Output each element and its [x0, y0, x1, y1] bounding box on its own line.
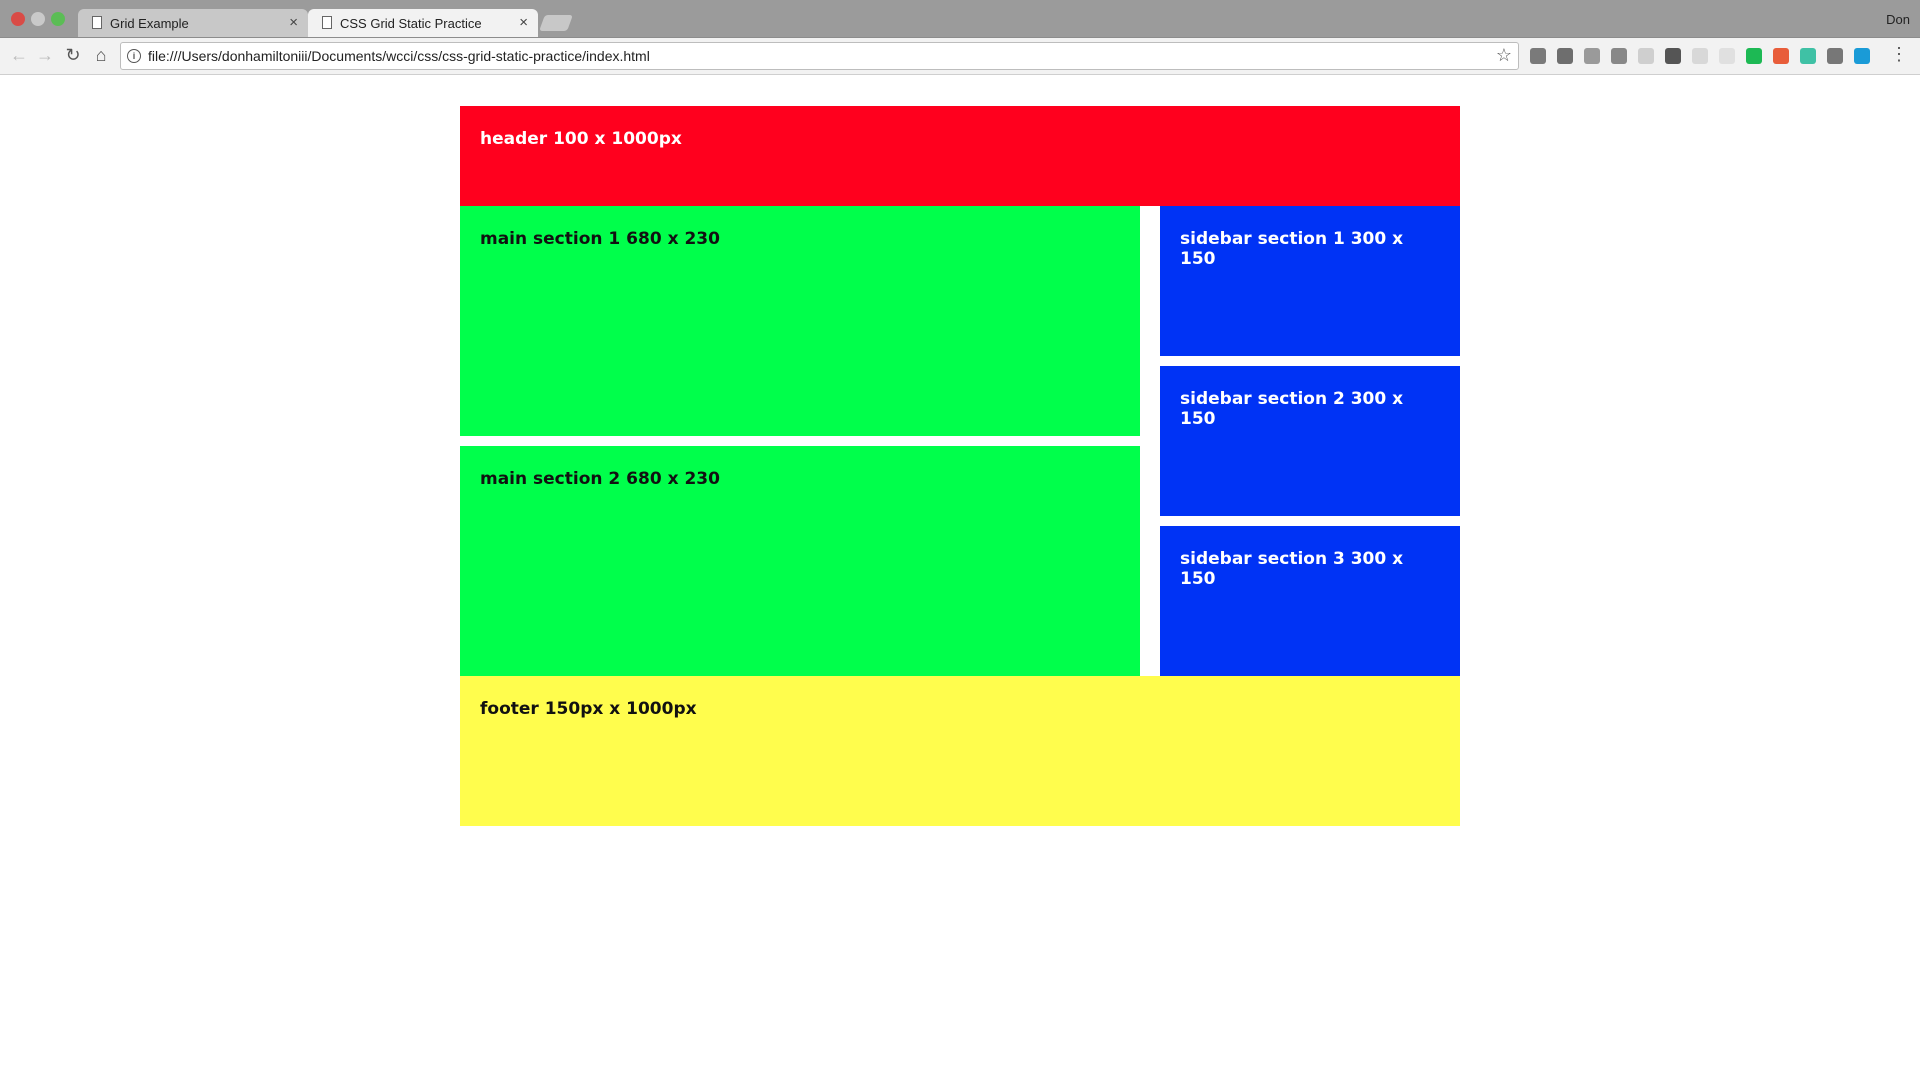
url-text[interactable]: file:///Users/donhamiltoniii/Documents/w… [148, 48, 650, 64]
main-section-1: main section 1 680 x 230 [460, 206, 1140, 436]
document-icon [322, 16, 332, 29]
extension-icon[interactable] [1584, 48, 1600, 64]
tab-css-grid-static-practice[interactable]: CSS Grid Static Practice × [308, 9, 538, 37]
menu-icon[interactable]: ⋮ [1890, 44, 1908, 65]
extension-icon[interactable] [1800, 48, 1816, 64]
forward-icon[interactable]: → [34, 45, 56, 66]
extension-icon[interactable] [1719, 48, 1735, 64]
profile-name[interactable]: Don [1886, 12, 1910, 27]
window-minimize-button[interactable] [31, 12, 45, 26]
tab-grid-example[interactable]: Grid Example × [78, 9, 308, 37]
tab-title: Grid Example [110, 16, 189, 31]
address-bar[interactable]: i file:///Users/donhamiltoniii/Documents… [120, 42, 1519, 70]
extension-icon[interactable] [1854, 48, 1870, 64]
footer-section: footer 150px x 1000px [460, 676, 1460, 826]
sidebar-section-2: sidebar section 2 300 x 150 [1160, 366, 1460, 516]
back-icon[interactable]: ← [8, 45, 30, 66]
extension-icon[interactable] [1638, 48, 1654, 64]
tab-close-icon[interactable]: × [519, 14, 528, 31]
header-section: header 100 x 1000px [460, 106, 1460, 206]
extension-icon[interactable] [1773, 48, 1789, 64]
sidebar-section-1: sidebar section 1 300 x 150 [1160, 206, 1460, 356]
extension-icon[interactable] [1827, 48, 1843, 64]
document-icon [92, 16, 102, 29]
new-tab-button[interactable] [539, 15, 573, 31]
extension-icon[interactable] [1557, 48, 1573, 64]
extension-icon[interactable] [1665, 48, 1681, 64]
css-grid-container: header 100 x 1000px main section 1 680 x… [460, 106, 1460, 826]
reload-icon[interactable]: ↻ [62, 45, 84, 66]
extension-icon[interactable] [1611, 48, 1627, 64]
tab-title: CSS Grid Static Practice [340, 16, 482, 31]
browser-toolbar: ← → ↻ ⌂ i file:///Users/donhamiltoniii/D… [0, 38, 1920, 75]
extension-icon[interactable] [1530, 48, 1546, 64]
tab-close-icon[interactable]: × [289, 14, 298, 31]
extension-icon[interactable] [1746, 48, 1762, 64]
bookmark-star-icon[interactable]: ☆ [1496, 45, 1512, 66]
sidebar-section-3: sidebar section 3 300 x 150 [1160, 526, 1460, 676]
home-icon[interactable]: ⌂ [90, 45, 112, 66]
info-icon[interactable]: i [127, 49, 141, 63]
main-section-2: main section 2 680 x 230 [460, 446, 1140, 676]
title-bar: Grid Example × CSS Grid Static Practice … [0, 0, 1920, 38]
window-close-button[interactable] [11, 12, 25, 26]
window-maximize-button[interactable] [51, 12, 65, 26]
extension-icon[interactable] [1692, 48, 1708, 64]
